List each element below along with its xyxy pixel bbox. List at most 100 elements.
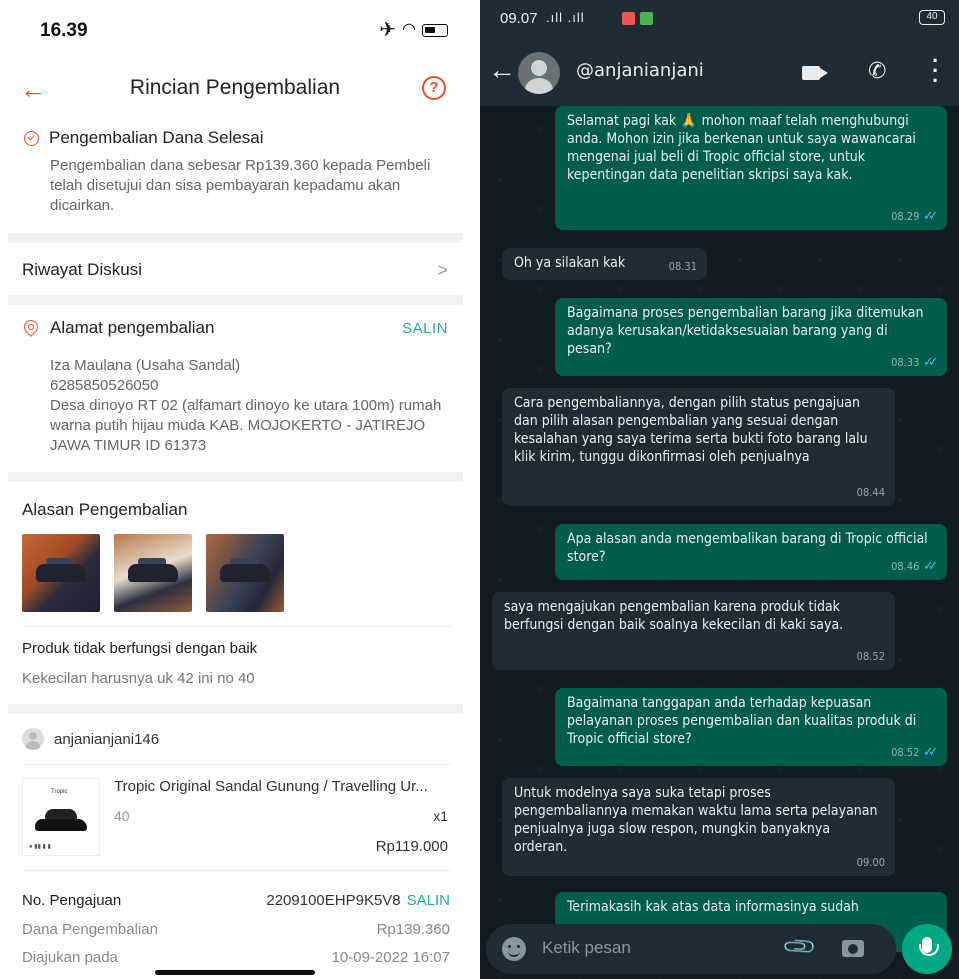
more-options-icon[interactable]: · · · xyxy=(932,50,939,92)
emoji-icon[interactable] xyxy=(502,937,526,961)
refund-status-body: Pengembalian dana sebesar Rp139.360 kepa… xyxy=(50,157,431,214)
divider xyxy=(22,870,452,871)
submission-number: 2209100EHP9K5V8 xyxy=(266,892,401,909)
message-incoming[interactable]: Oh ya silakan kak 08.31 xyxy=(502,248,707,280)
submission-number-label: No. Pengajuan xyxy=(22,892,122,909)
wifi-icon: ◠ xyxy=(402,21,416,38)
message-input[interactable]: Ketik pesan xyxy=(542,938,631,958)
refund-amount-label: Dana Pengembalian xyxy=(22,921,158,938)
android-status-bar: 09.07 .ıll .ıll 40 xyxy=(480,0,959,40)
message-text: Oh ya silakan kak xyxy=(514,255,626,271)
contact-name[interactable]: @anjanianjani xyxy=(576,60,704,81)
top-nav: ← Rincian Pengembalian ? xyxy=(0,68,470,112)
home-indicator[interactable] xyxy=(155,970,315,975)
message-text: Bagaimana tanggapan anda terhadap kepuas… xyxy=(567,695,917,747)
copy-submission-button[interactable]: SALIN xyxy=(407,892,450,909)
battery-icon xyxy=(422,23,448,37)
address-street: Desa dinoyo RT 02 (alfamart dinoyo ke ut… xyxy=(50,397,442,454)
ios-status-bar: 16.39 ✈ ◠ xyxy=(0,0,470,60)
message-outgoing[interactable]: Bagaimana proses pengembalian barang jik… xyxy=(555,298,947,376)
message-text: Selamat pagi kak 🙏 mohon maaf telah meng… xyxy=(567,113,916,183)
whatsapp-chat-screen: 09.07 .ıll .ıll 40 ← @anjanianjani ✆ · · ·… xyxy=(480,0,959,979)
submitted-at: 10-09-2022 16:07 xyxy=(331,949,450,966)
divider xyxy=(22,764,452,765)
return-reason-note: Kekecilan harusnya uk 42 ini no 40 xyxy=(22,670,255,687)
copy-address-button[interactable]: SALIN xyxy=(402,320,448,337)
buyer-username: anjanianjani146 xyxy=(54,730,160,748)
product-item[interactable]: Tropic ● ▮▮ ▮ ▮ Tropic Original Sandal Gu… xyxy=(22,778,452,858)
airplane-icon: ✈ xyxy=(379,19,397,41)
address-phone: 6285850526050 xyxy=(50,377,159,394)
refund-status-section: Pengembalian Dana Selesai Pengembalian d… xyxy=(0,128,470,216)
message-outgoing[interactable]: Selamat pagi kak 🙏 mohon maaf telah meng… xyxy=(555,106,947,230)
read-ticks-icon: ✓✓ xyxy=(923,209,937,224)
return-address-body: Iza Maulana (Usaha Sandal) 6285850526050… xyxy=(50,356,450,456)
phone-call-icon[interactable]: ✆ xyxy=(868,58,886,84)
evidence-photos xyxy=(22,534,284,612)
discussion-history-row[interactable]: Riwayat Diskusi > xyxy=(0,252,470,292)
message-incoming[interactable]: saya mengajukan pengembalian karena prod… xyxy=(492,592,895,670)
location-pin-icon xyxy=(21,317,41,337)
message-time: 08.52 xyxy=(856,650,885,663)
status-time: 16.39 xyxy=(40,20,88,41)
video-call-icon[interactable] xyxy=(802,66,820,80)
divider xyxy=(8,233,463,243)
notification-icon xyxy=(622,12,635,25)
message-time: 08.44 xyxy=(856,486,885,499)
message-time: 08.52 xyxy=(891,746,920,759)
divider xyxy=(8,295,463,305)
divider xyxy=(22,626,452,627)
product-image: Tropic ● ▮▮ ▮ ▮ xyxy=(22,778,100,856)
address-name: Iza Maulana (Usaha Sandal) xyxy=(50,357,241,374)
message-text: Apa alasan anda mengembalikan barang di … xyxy=(567,531,928,565)
mic-button[interactable] xyxy=(902,924,952,974)
return-reason-text: Produk tidak berfungsi dengan baik xyxy=(22,640,258,657)
message-time: 09.00 xyxy=(856,856,885,869)
divider xyxy=(8,472,463,482)
signal-icon: .ıll .ıll xyxy=(546,10,585,25)
submitted-at-label: Diajukan pada xyxy=(22,949,118,966)
message-incoming[interactable]: Cara pengembaliannya, dengan pilih statu… xyxy=(502,388,895,506)
camera-icon[interactable] xyxy=(842,940,864,957)
notification-icon xyxy=(640,12,653,25)
evidence-photo[interactable] xyxy=(114,534,192,612)
return-reason-title: Alasan Pengembalian xyxy=(22,500,188,519)
product-price: Rp119.000 xyxy=(375,838,448,855)
return-detail-screen: 16.39 ✈ ◠ ← Rincian Pengembalian ? Penge… xyxy=(0,0,470,979)
message-text: Bagaimana proses pengembalian barang jik… xyxy=(567,305,924,357)
status-time: 09.07 xyxy=(500,10,538,27)
message-list: Selamat pagi kak 🙏 mohon maaf telah meng… xyxy=(480,106,959,952)
message-input-bar: Ketik pesan 📎 xyxy=(486,924,896,974)
message-incoming[interactable]: Untuk modelnya saya suka tetapi proses p… xyxy=(502,778,895,876)
message-text: saya mengajukan pengembalian karena prod… xyxy=(504,599,844,633)
evidence-photo[interactable] xyxy=(22,534,100,612)
back-arrow-icon[interactable]: ← xyxy=(488,54,516,86)
message-text: Untuk modelnya saya suka tetapi proses p… xyxy=(514,785,878,855)
product-name: Tropic Original Sandal Gunung / Travelli… xyxy=(114,778,428,795)
avatar[interactable] xyxy=(518,52,560,94)
evidence-photo[interactable] xyxy=(206,534,284,612)
message-time: 08.29 xyxy=(891,210,920,223)
message-outgoing[interactable]: Bagaimana tanggapan anda terhadap kepuas… xyxy=(555,688,947,766)
battery-icon: 40 xyxy=(919,10,945,25)
return-address-title: Alamat pengembalian xyxy=(50,318,215,337)
attach-icon[interactable]: 📎 xyxy=(781,928,819,966)
message-text: Terimakasih kak atas data informasinya s… xyxy=(567,899,859,915)
message-time: 08.46 xyxy=(891,560,920,573)
read-ticks-icon: ✓✓ xyxy=(923,745,937,760)
message-time: 08.33 xyxy=(891,356,920,369)
chevron-right-icon: > xyxy=(437,260,448,280)
refund-amount: Rp139.360 xyxy=(376,921,450,938)
help-icon[interactable]: ? xyxy=(422,76,446,100)
divider xyxy=(8,704,463,714)
refund-status-title: Pengembalian Dana Selesai xyxy=(49,128,264,147)
check-circle-icon xyxy=(24,130,39,146)
read-ticks-icon: ✓✓ xyxy=(923,355,937,370)
message-outgoing[interactable]: Apa alasan anda mengembalikan barang di … xyxy=(555,524,947,580)
page-title: Rincian Pengembalian xyxy=(129,76,341,99)
message-time: 08.31 xyxy=(668,260,697,273)
message-text: Cara pengembaliannya, dengan pilih statu… xyxy=(514,395,868,465)
product-variant: 40 xyxy=(114,808,130,824)
avatar xyxy=(22,728,44,750)
discussion-history-label: Riwayat Diskusi xyxy=(22,260,142,279)
